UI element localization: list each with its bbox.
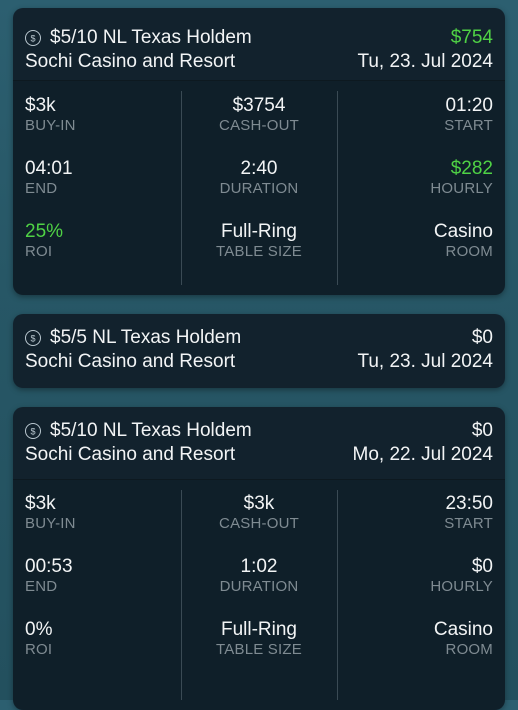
stat-start: 01:20 START bbox=[333, 95, 493, 135]
stat-table-size: Full-Ring TABLE SIZE bbox=[179, 619, 339, 659]
session-date: Tu, 23. Jul 2024 bbox=[357, 351, 493, 372]
stat-label: CASH-OUT bbox=[219, 117, 299, 134]
session-stats: $3k BUY-IN $3k CASH-OUT 23:50 START 00:5… bbox=[13, 480, 505, 710]
svg-text:$: $ bbox=[30, 334, 35, 344]
stat-value: $3k bbox=[243, 493, 275, 514]
session-profit: $0 bbox=[471, 327, 493, 348]
stat-label: HOURLY bbox=[430, 180, 493, 197]
game-title: $5/5 NL Texas Holdem bbox=[50, 327, 242, 348]
session-profit: $0 bbox=[471, 420, 493, 441]
svg-text:$: $ bbox=[30, 34, 35, 44]
stat-hourly: $282 HOURLY bbox=[333, 158, 493, 198]
stat-value: Casino bbox=[433, 221, 493, 242]
stat-label: ROOM bbox=[445, 641, 493, 658]
dollar-coin-icon: $ bbox=[25, 330, 41, 346]
stat-cash-out: $3k CASH-OUT bbox=[179, 493, 339, 533]
stat-value: $3k bbox=[25, 493, 56, 514]
session-stats: $3k BUY-IN $3754 CASH-OUT 01:20 START 04… bbox=[13, 81, 505, 295]
stat-cash-out: $3754 CASH-OUT bbox=[179, 95, 339, 135]
dollar-coin-icon: $ bbox=[25, 30, 41, 46]
session-card[interactable]: $ $5/10 NL Texas Holdem Sochi Casino and… bbox=[13, 8, 505, 295]
stat-value: 2:40 bbox=[240, 158, 278, 179]
venue-name: Sochi Casino and Resort bbox=[25, 351, 236, 372]
stat-value: Casino bbox=[433, 619, 493, 640]
stat-label: ROOM bbox=[445, 243, 493, 260]
stat-label: BUY-IN bbox=[25, 117, 76, 134]
stat-end: 00:53 END bbox=[25, 556, 185, 596]
stat-value: 1:02 bbox=[240, 556, 278, 577]
stat-label: END bbox=[25, 180, 58, 197]
stat-buy-in: $3k BUY-IN bbox=[25, 95, 185, 135]
stat-value: $3k bbox=[25, 95, 56, 116]
session-card[interactable]: $ $5/10 NL Texas Holdem Sochi Casino and… bbox=[13, 407, 505, 710]
stat-start: 23:50 START bbox=[333, 493, 493, 533]
stat-value: Full-Ring bbox=[220, 619, 298, 640]
stat-label: START bbox=[444, 515, 493, 532]
stat-value: 04:01 bbox=[25, 158, 73, 179]
stat-label: HOURLY bbox=[430, 578, 493, 595]
stat-roi: 25% ROI bbox=[25, 221, 185, 261]
stat-label: CASH-OUT bbox=[219, 515, 299, 532]
stat-hourly: $0 HOURLY bbox=[333, 556, 493, 596]
session-card-header[interactable]: $ $5/5 NL Texas Holdem Sochi Casino and … bbox=[13, 314, 505, 388]
session-card-header[interactable]: $ $5/10 NL Texas Holdem Sochi Casino and… bbox=[13, 407, 505, 480]
stat-value: 00:53 bbox=[25, 556, 73, 577]
stat-label: ROI bbox=[25, 641, 53, 658]
session-card-header[interactable]: $ $5/10 NL Texas Holdem Sochi Casino and… bbox=[13, 8, 505, 81]
stat-buy-in: $3k BUY-IN bbox=[25, 493, 185, 533]
stat-room: Casino ROOM bbox=[333, 221, 493, 261]
game-title: $5/10 NL Texas Holdem bbox=[50, 27, 252, 48]
stat-end: 04:01 END bbox=[25, 158, 185, 198]
venue-name: Sochi Casino and Resort bbox=[25, 51, 236, 72]
stat-label: END bbox=[25, 578, 58, 595]
stat-value: $0 bbox=[471, 556, 493, 577]
stat-duration: 1:02 DURATION bbox=[179, 556, 339, 596]
stat-label: TABLE SIZE bbox=[216, 243, 302, 260]
stat-room: Casino ROOM bbox=[333, 619, 493, 659]
svg-text:$: $ bbox=[30, 427, 35, 437]
stat-label: DURATION bbox=[219, 578, 299, 595]
stat-value: 25% bbox=[25, 221, 64, 242]
session-card[interactable]: $ $5/5 NL Texas Holdem Sochi Casino and … bbox=[13, 314, 505, 388]
stat-label: BUY-IN bbox=[25, 515, 76, 532]
stat-value: Full-Ring bbox=[220, 221, 298, 242]
stat-roi: 0% ROI bbox=[25, 619, 185, 659]
stat-label: DURATION bbox=[219, 180, 299, 197]
stat-label: ROI bbox=[25, 243, 53, 260]
session-profit: $754 bbox=[450, 27, 493, 48]
venue-name: Sochi Casino and Resort bbox=[25, 444, 236, 465]
stat-duration: 2:40 DURATION bbox=[179, 158, 339, 198]
stat-value: $282 bbox=[450, 158, 493, 179]
stat-table-size: Full-Ring TABLE SIZE bbox=[179, 221, 339, 261]
stat-label: TABLE SIZE bbox=[216, 641, 302, 658]
stat-value: 0% bbox=[25, 619, 53, 640]
game-title: $5/10 NL Texas Holdem bbox=[50, 420, 252, 441]
stat-value: 01:20 bbox=[445, 95, 493, 116]
session-date: Mo, 22. Jul 2024 bbox=[352, 444, 493, 465]
dollar-coin-icon: $ bbox=[25, 423, 41, 439]
stat-value: 23:50 bbox=[445, 493, 493, 514]
stat-label: START bbox=[444, 117, 493, 134]
stat-value: $3754 bbox=[232, 95, 286, 116]
session-date: Tu, 23. Jul 2024 bbox=[357, 51, 493, 72]
